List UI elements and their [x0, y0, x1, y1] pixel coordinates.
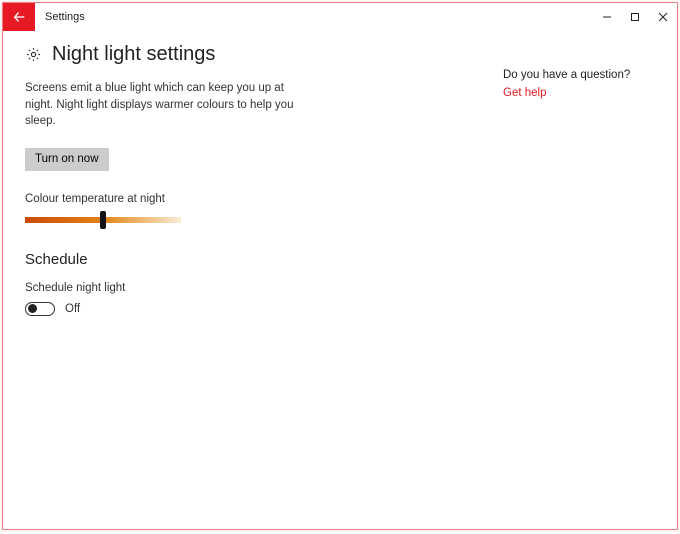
close-icon [658, 12, 668, 22]
schedule-toggle-label: Schedule night light [25, 282, 443, 294]
slider-thumb[interactable] [100, 211, 106, 229]
colour-temperature-slider[interactable] [25, 213, 181, 227]
close-button[interactable] [649, 3, 677, 31]
description-text: Screens emit a blue light which can keep… [25, 80, 295, 130]
back-button[interactable] [3, 3, 35, 31]
schedule-toggle[interactable]: Off [25, 302, 443, 316]
help-column: Do you have a question? Get help [443, 31, 630, 99]
maximize-button[interactable] [621, 3, 649, 31]
toggle-knob [28, 304, 37, 313]
main-column: Night light settings Screens emit a blue… [3, 31, 443, 316]
minimize-icon [602, 12, 612, 22]
toggle-track [25, 302, 55, 316]
get-help-link[interactable]: Get help [503, 87, 630, 99]
toggle-value: Off [65, 303, 80, 315]
gear-icon [25, 46, 42, 63]
schedule-heading: Schedule [25, 251, 443, 268]
settings-window: Settings [2, 2, 678, 530]
help-question: Do you have a question? [503, 69, 630, 81]
colour-temperature-label: Colour temperature at night [25, 193, 443, 205]
page-title: Night light settings [52, 43, 215, 66]
app-title: Settings [35, 3, 85, 31]
turn-on-now-button[interactable]: Turn on now [25, 148, 109, 171]
page-header: Night light settings [25, 43, 443, 66]
window-controls [593, 3, 677, 31]
content-area: Night light settings Screens emit a blue… [3, 31, 677, 316]
maximize-icon [630, 12, 640, 22]
titlebar: Settings [3, 3, 677, 31]
back-arrow-icon [12, 10, 26, 24]
minimize-button[interactable] [593, 3, 621, 31]
